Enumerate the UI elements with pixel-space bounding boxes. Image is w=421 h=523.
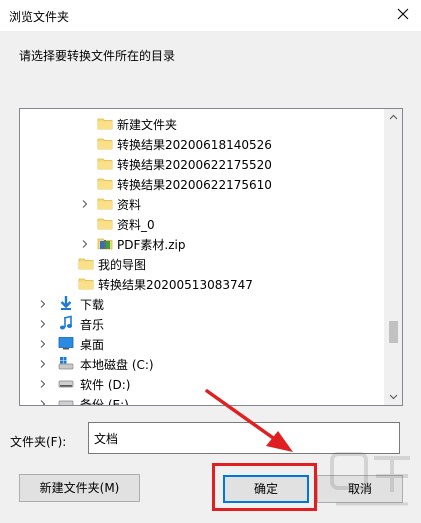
tree-item-label: 新建文件夹 [117, 118, 178, 132]
tree-item-label: 软件 (D:) [80, 378, 131, 392]
folder-icon [78, 275, 94, 291]
folder-icon [97, 135, 113, 151]
tree-items: 新建文件夹转换结果20200618140526 转换结果2020062217552… [20, 109, 385, 405]
scroll-down-button[interactable] [385, 388, 402, 405]
window-title: 浏览文件夹 [9, 10, 70, 24]
tree-item-label: 转换结果20200622175610 [117, 178, 272, 192]
tree-item[interactable]: 新建文件夹 [20, 113, 385, 133]
tree-item-label: 我的导图 [98, 258, 147, 272]
tree-item-label: 备份 (E:) [80, 398, 129, 405]
vertical-scrollbar[interactable] [384, 109, 402, 405]
tree-item-label: 转换结果20200618140526 [117, 138, 272, 152]
watermark-logo [330, 452, 410, 506]
tree-item[interactable]: PDF素材.zip [20, 233, 385, 253]
folder-icon [97, 215, 113, 231]
drive-icon [58, 395, 74, 405]
title-bar: 浏览文件夹 [0, 0, 421, 31]
download-icon [58, 295, 74, 311]
folder-icon [97, 115, 113, 131]
tree-item[interactable]: 桌面 [20, 333, 385, 353]
folder-field-label: 文件夹(F): [10, 435, 67, 449]
tree-item-label: PDF素材.zip [117, 238, 186, 252]
tree-item[interactable]: 资料_0 [20, 213, 385, 233]
tree-item[interactable]: 我的导图 [20, 253, 385, 273]
chevron-right-icon[interactable] [38, 318, 48, 328]
chevron-right-icon[interactable] [80, 198, 90, 208]
tree-item[interactable]: 转换结果20200513083747 [20, 273, 385, 293]
tree-item[interactable]: 音乐 [20, 313, 385, 333]
chevron-right-icon[interactable] [38, 398, 48, 405]
chevron-up-icon [389, 114, 398, 120]
annotation-highlight-box [212, 463, 317, 511]
new-folder-button[interactable]: 新建文件夹(M) [19, 474, 140, 502]
tree-item[interactable]: 本地磁盘 (C:) [20, 353, 385, 373]
tree-item-label: 资料_0 [117, 218, 155, 232]
chevron-down-icon [389, 394, 398, 400]
scroll-up-button[interactable] [385, 109, 402, 126]
drive-icon [58, 375, 74, 391]
instruction-text: 请选择要转换文件所在的目录 [19, 49, 176, 63]
tree-item[interactable]: 备份 (E:) [20, 393, 385, 405]
folder-tree[interactable]: 新建文件夹转换结果20200618140526 转换结果2020062217552… [19, 108, 403, 406]
tree-item-label: 桌面 [80, 338, 105, 352]
music-icon [58, 315, 74, 331]
tree-item-label: 音乐 [80, 318, 105, 332]
chevron-right-icon[interactable] [38, 378, 48, 388]
tree-item[interactable]: 转换结果20200622175610 [20, 173, 385, 193]
chevron-right-icon[interactable] [38, 298, 48, 308]
chevron-right-icon[interactable] [80, 238, 90, 248]
tree-item[interactable]: 资料 [20, 193, 385, 213]
close-button[interactable] [391, 4, 415, 26]
tree-item-label: 本地磁盘 (C:) [80, 358, 154, 372]
folder-icon [97, 195, 113, 211]
tree-item[interactable]: 下载 [20, 293, 385, 313]
folder-icon [97, 155, 113, 171]
close-icon [397, 8, 409, 20]
tree-item-label: 下载 [80, 298, 105, 312]
windows-drive-icon [58, 355, 74, 371]
tree-item[interactable]: 软件 (D:) [20, 373, 385, 393]
tree-item[interactable]: 转换结果20200618140526 [20, 133, 385, 153]
scroll-thumb[interactable] [389, 321, 398, 343]
chevron-right-icon[interactable] [38, 338, 48, 348]
zip-archive-icon [97, 235, 113, 251]
desktop-icon [58, 335, 74, 351]
tree-item-label: 资料 [117, 198, 142, 212]
tree-item-label: 转换结果20200622175520 [117, 158, 272, 172]
tree-item[interactable]: 转换结果20200622175520 [20, 153, 385, 173]
folder-icon [78, 255, 94, 271]
tree-item-label: 转换结果20200513083747 [98, 278, 253, 292]
folder-icon [97, 175, 113, 191]
chevron-right-icon[interactable] [38, 358, 48, 368]
scroll-track[interactable] [385, 126, 402, 388]
